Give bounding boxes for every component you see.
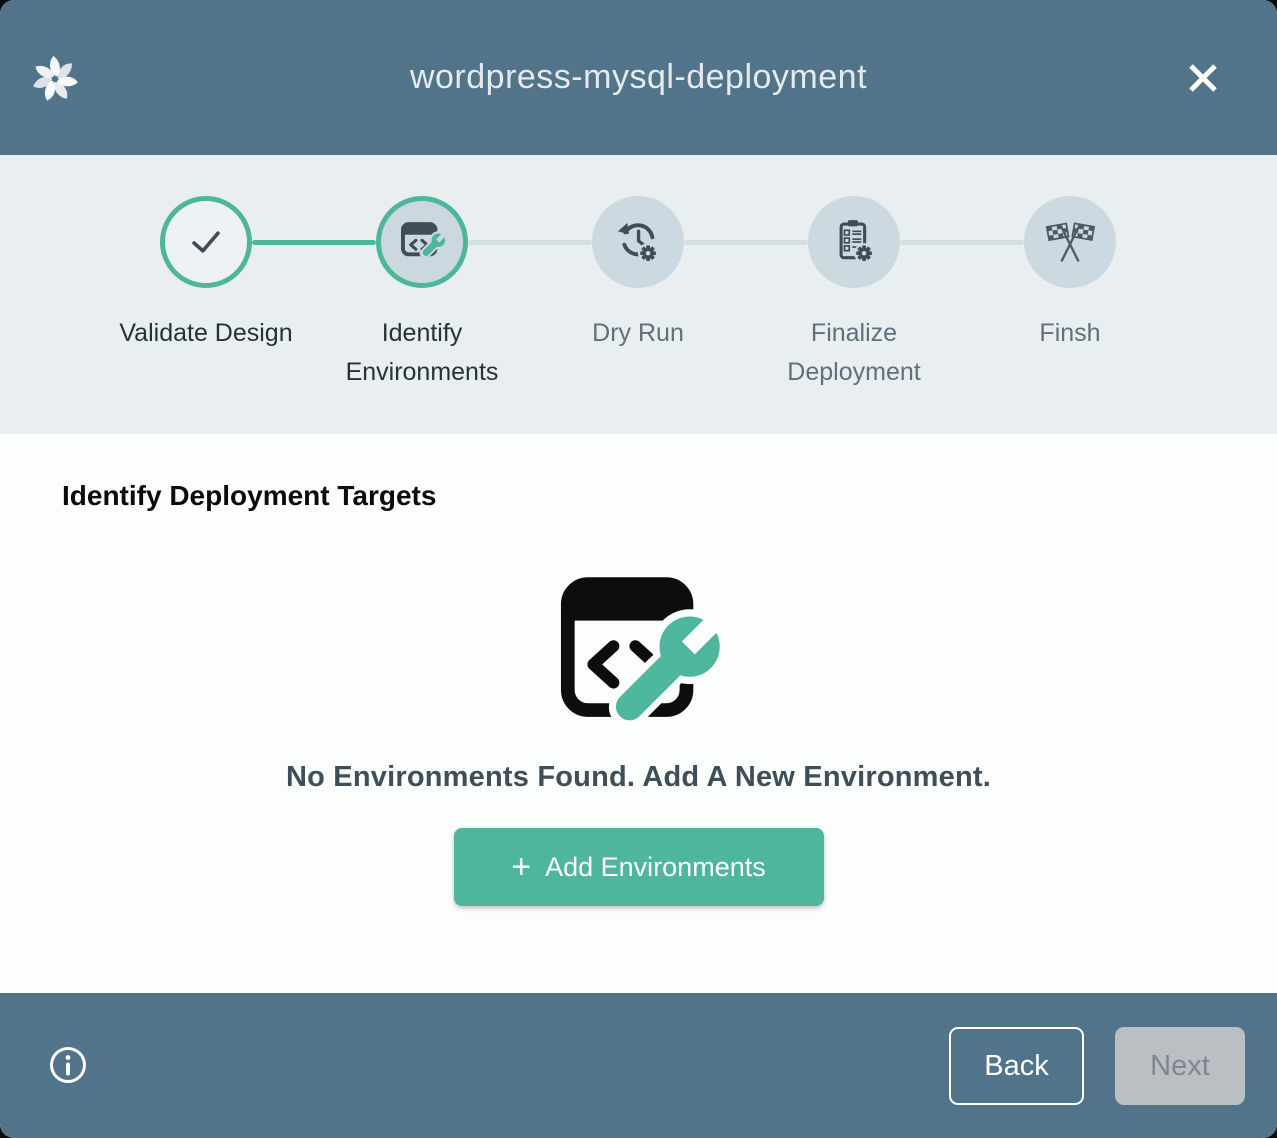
back-button[interactable]: Back (949, 1027, 1084, 1105)
step-identify-environments: Identify Environments (312, 196, 532, 392)
environments-empty-state: No Environments Found. Add A New Environ… (0, 564, 1277, 906)
close-button[interactable] (1177, 52, 1229, 104)
info-button[interactable] (48, 1045, 88, 1085)
code-window-wrench-icon (394, 214, 450, 270)
content-heading: Identify Deployment Targets (62, 480, 436, 512)
wizard-footer: Back Next (0, 993, 1277, 1138)
dialog-title: wordpress-mysql-deployment (410, 58, 867, 97)
plus-icon: + (511, 850, 531, 884)
step-label: Finsh (960, 314, 1180, 353)
checkered-flags-icon (1041, 213, 1099, 271)
step-label: Dry Run (528, 314, 748, 353)
meshery-logo-icon (30, 53, 80, 105)
step-label: Identify Environments (312, 314, 532, 392)
step-dry-run: Dry Run (528, 196, 748, 353)
add-environments-button[interactable]: + Add Environments (454, 828, 824, 906)
step-finalize-deployment: Finalize Deployment (744, 196, 964, 392)
step-validate-design: Validate Design (96, 196, 316, 353)
step-finish: Finsh (960, 196, 1180, 353)
clipboard-gear-icon (826, 214, 882, 270)
wizard-content: Identify Deployment Targets No Environme… (0, 434, 1277, 993)
add-environments-label: Add Environments (545, 852, 766, 883)
next-button[interactable]: Next (1115, 1027, 1245, 1105)
info-icon (48, 1045, 88, 1085)
check-icon (180, 216, 232, 268)
code-window-wrench-large-icon (544, 564, 734, 742)
deployment-wizard-dialog: wordpress-mysql-deployment Validate Desi… (0, 0, 1277, 1138)
wizard-header: wordpress-mysql-deployment (0, 0, 1277, 155)
empty-state-message: No Environments Found. Add A New Environ… (0, 761, 1277, 794)
step-label: Validate Design (96, 314, 316, 353)
close-icon (1184, 59, 1222, 97)
step-label: Finalize Deployment (744, 314, 964, 392)
wizard-stepper: Validate Design (0, 155, 1277, 434)
dry-run-gear-icon (610, 214, 666, 270)
